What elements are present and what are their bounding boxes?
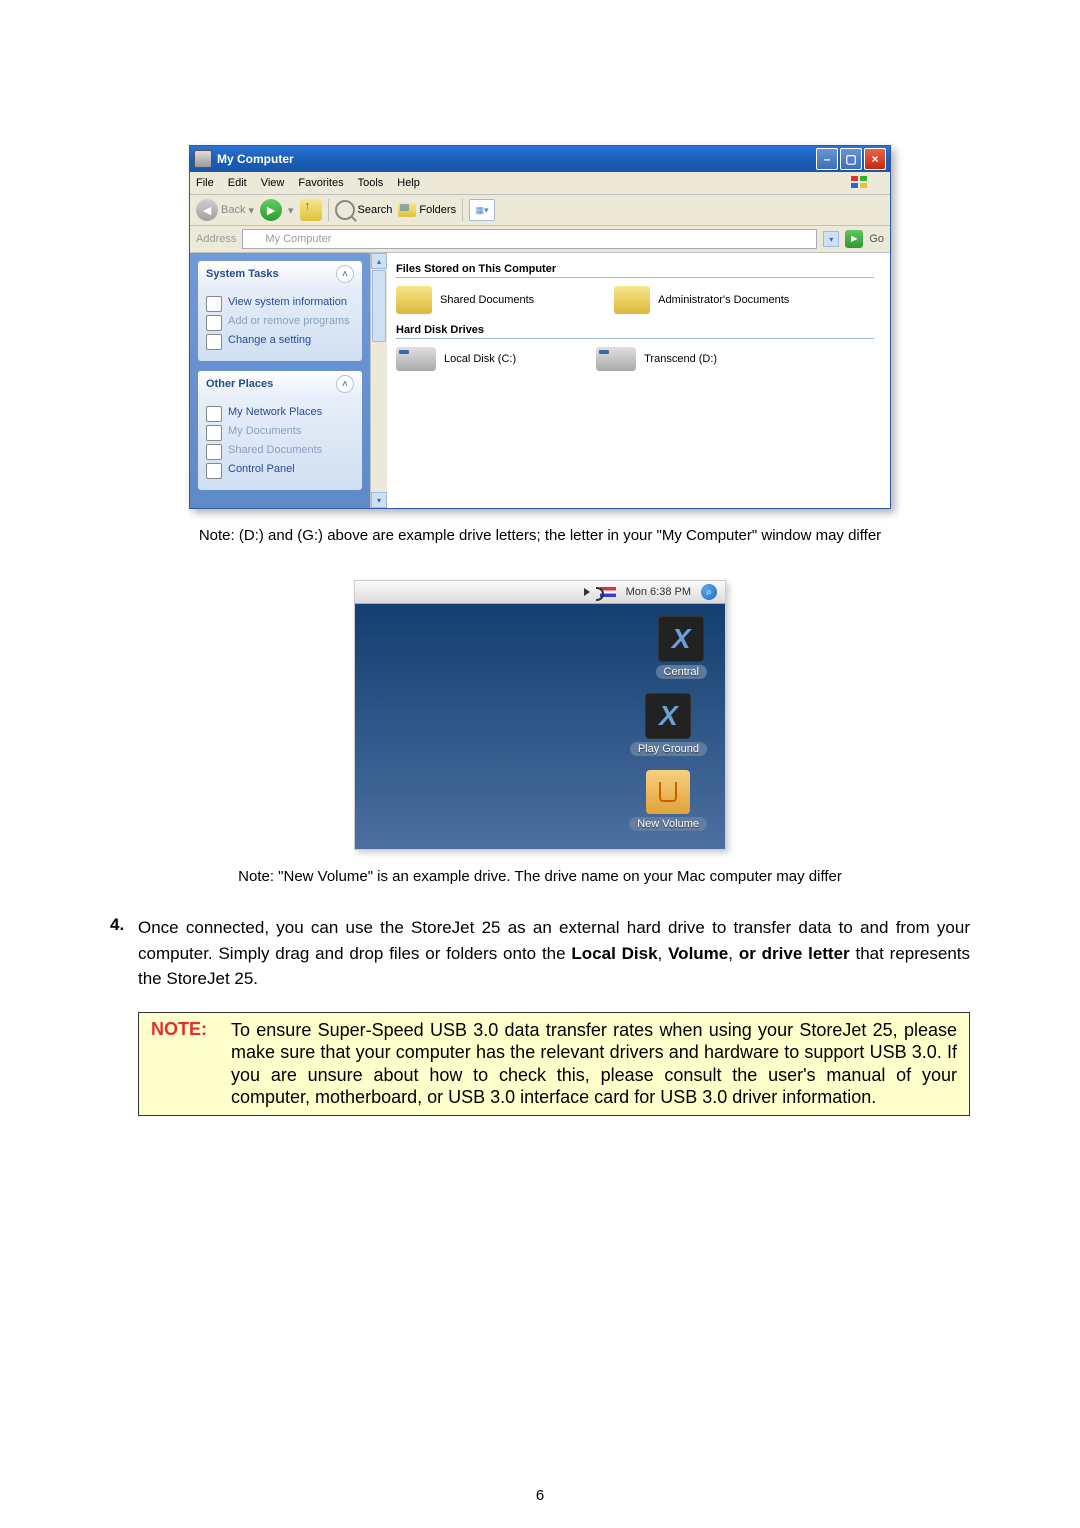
xp-toolbar: ◄ Back ▾ ►▾ Search Folders ▦▾	[190, 195, 890, 226]
control-panel-icon	[206, 334, 222, 350]
address-dropdown[interactable]: ▾	[823, 231, 839, 247]
views-button[interactable]: ▦▾	[469, 199, 495, 221]
note-box: NOTE: To ensure Super-Speed USB 3.0 data…	[138, 1012, 970, 1116]
system-tasks-panel: System Tasks ˄ View system information A…	[198, 261, 362, 361]
forward-button[interactable]: ►	[260, 199, 282, 221]
local-disk-c-item[interactable]: Local Disk (C:)	[396, 347, 516, 371]
search-label: Search	[358, 204, 393, 216]
up-button[interactable]	[300, 199, 322, 221]
place-network[interactable]: My Network Places	[206, 406, 354, 422]
mac-menubar: Mon 6:38 PM ⌕	[355, 581, 725, 604]
go-button[interactable]: ►	[845, 230, 863, 248]
xp-content: Files Stored on This Computer Shared Doc…	[370, 253, 890, 508]
shared-documents-item[interactable]: Shared Documents	[396, 286, 534, 314]
window-title: My Computer	[217, 152, 294, 166]
instruction-text: Once connected, you can use the StoreJet…	[138, 915, 970, 992]
drive-play-ground[interactable]: X Play Ground	[630, 693, 707, 756]
drive-icon	[596, 347, 636, 371]
go-label: Go	[869, 233, 884, 245]
mac-desktop-figure: Mon 6:38 PM ⌕ X Central X Play Ground Ne…	[354, 580, 726, 850]
volume-icon[interactable]	[584, 588, 590, 596]
documents-icon	[206, 425, 222, 441]
drive-new-volume[interactable]: New Volume	[629, 770, 707, 831]
spotlight-icon[interactable]: ⌕	[701, 584, 717, 600]
other-places-title: Other Places	[206, 378, 273, 390]
address-label: Address	[196, 233, 236, 245]
folders-icon	[398, 203, 416, 217]
drive-central[interactable]: X Central	[656, 616, 707, 679]
note-key: NOTE:	[151, 1019, 231, 1109]
my-computer-small-icon	[247, 232, 261, 246]
address-input[interactable]: My Computer	[242, 229, 817, 249]
address-value: My Computer	[265, 233, 331, 245]
search-icon	[335, 200, 355, 220]
external-drive-icon	[646, 770, 690, 814]
section-files-stored: Files Stored on This Computer	[396, 263, 874, 278]
back-label: Back	[221, 204, 245, 216]
folder-icon	[396, 286, 432, 314]
internal-drive-icon: X	[645, 693, 691, 739]
menu-file[interactable]: File	[196, 177, 214, 189]
other-places-panel: Other Places ˄ My Network Places My Docu…	[198, 371, 362, 490]
programs-icon	[206, 315, 222, 331]
folder-icon	[614, 286, 650, 314]
xp-sidebar: System Tasks ˄ View system information A…	[190, 253, 370, 508]
admin-documents-item[interactable]: Administrator's Documents	[614, 286, 789, 314]
info-icon	[206, 296, 222, 312]
place-control-panel[interactable]: Control Panel	[206, 463, 354, 479]
collapse-icon[interactable]: ˄	[336, 375, 354, 393]
task-view-system-info[interactable]: View system information	[206, 296, 354, 312]
clock-text: Mon 6:38 PM	[626, 586, 691, 598]
scroll-thumb[interactable]	[372, 270, 386, 342]
my-computer-icon	[194, 150, 212, 168]
menu-favorites[interactable]: Favorites	[298, 177, 343, 189]
sidebar-scrollbar[interactable]: ▴ ▾	[370, 253, 387, 508]
folders-label: Folders	[419, 204, 456, 216]
internal-drive-icon: X	[658, 616, 704, 662]
menu-tools[interactable]: Tools	[358, 177, 384, 189]
network-icon	[206, 406, 222, 422]
list-number: 4.	[110, 915, 138, 992]
place-shared-documents[interactable]: Shared Documents	[206, 444, 354, 460]
menu-view[interactable]: View	[261, 177, 285, 189]
note-body: To ensure Super-Speed USB 3.0 data trans…	[231, 1019, 957, 1109]
transcend-d-item[interactable]: Transcend (D:)	[596, 347, 717, 371]
menu-help[interactable]: Help	[397, 177, 420, 189]
menu-edit[interactable]: Edit	[228, 177, 247, 189]
section-hard-disks: Hard Disk Drives	[396, 324, 874, 339]
scroll-up-icon[interactable]: ▴	[371, 253, 387, 269]
minimize-button[interactable]: –	[816, 148, 838, 170]
page-number: 6	[0, 1487, 1080, 1504]
system-tasks-title: System Tasks	[206, 268, 279, 280]
xp-addressbar: Address My Computer ▾ ► Go	[190, 226, 890, 253]
note-drive-letters: Note: (D:) and (G:) above are example dr…	[110, 527, 970, 544]
maximize-button[interactable]: ▢	[840, 148, 862, 170]
xp-menubar: File Edit View Favorites Tools Help	[190, 172, 890, 195]
xp-my-computer-window: My Computer – ▢ × File Edit View Favorit…	[189, 145, 891, 509]
control-panel-icon	[206, 463, 222, 479]
windows-logo-icon	[850, 175, 870, 191]
note-mac-drive: Note: "New Volume" is an example drive. …	[110, 868, 970, 885]
task-change-setting[interactable]: Change a setting	[206, 334, 354, 350]
shared-docs-icon	[206, 444, 222, 460]
back-icon: ◄	[196, 199, 218, 221]
close-button[interactable]: ×	[864, 148, 886, 170]
search-button[interactable]: Search	[335, 200, 393, 220]
place-my-documents[interactable]: My Documents	[206, 425, 354, 441]
collapse-icon[interactable]: ˄	[336, 265, 354, 283]
back-button[interactable]: ◄ Back ▾	[196, 199, 254, 221]
task-add-remove-programs[interactable]: Add or remove programs	[206, 315, 354, 331]
scroll-down-icon[interactable]: ▾	[371, 492, 387, 508]
drive-icon	[396, 347, 436, 371]
folders-button[interactable]: Folders	[398, 203, 456, 217]
xp-titlebar: My Computer – ▢ ×	[190, 146, 890, 172]
